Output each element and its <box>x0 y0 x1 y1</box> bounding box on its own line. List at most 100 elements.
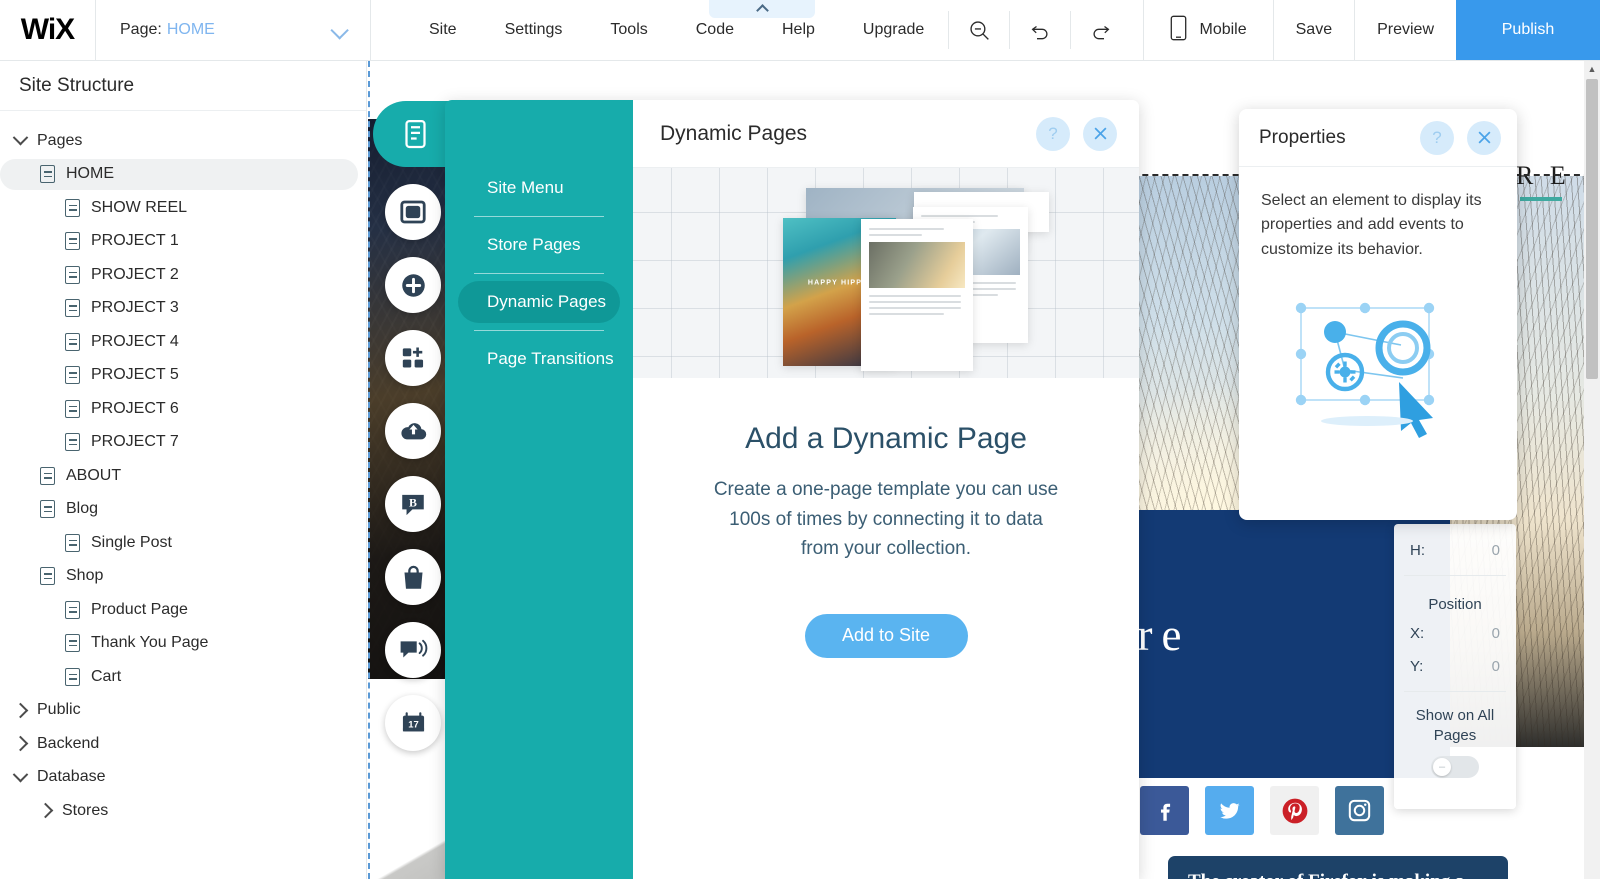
height-value[interactable]: 0 <box>1492 542 1500 559</box>
tree-item-show-reel[interactable]: SHOW REEL <box>0 191 366 225</box>
panel-menu-store-pages[interactable]: Store Pages <box>458 224 620 266</box>
canvas-side-rule <box>1520 197 1562 201</box>
background-icon[interactable] <box>385 184 441 240</box>
tree-toggle[interactable] <box>14 772 27 783</box>
store-icon[interactable] <box>385 549 441 605</box>
tree-item-project-7[interactable]: PROJECT 7 <box>0 426 366 460</box>
tree-item-project-1[interactable]: PROJECT 1 <box>0 225 366 259</box>
tree-item-pages[interactable]: Pages <box>0 124 366 158</box>
close-icon[interactable] <box>1083 117 1117 151</box>
placeholder-line <box>869 228 944 230</box>
help-icon[interactable]: ? <box>1420 121 1454 155</box>
bookings-icon[interactable]: 17 <box>385 695 441 751</box>
zoom-out-icon[interactable] <box>949 0 1009 61</box>
scrollbar-thumb[interactable] <box>1586 79 1598 379</box>
menu-item-tools[interactable]: Tools <box>586 0 671 61</box>
instagram-icon[interactable] <box>1335 786 1384 835</box>
chat-icon[interactable] <box>385 622 441 678</box>
tree-item-label: PROJECT 1 <box>91 232 179 250</box>
properties-panel: Properties ? Select an element to displa… <box>1239 109 1517 520</box>
tree-item-thank-you-page[interactable]: Thank You Page <box>0 627 366 661</box>
publish-button[interactable]: Publish <box>1456 0 1600 60</box>
tree-toggle[interactable] <box>39 805 52 816</box>
menu-item-upgrade[interactable]: Upgrade <box>839 0 948 61</box>
tree-item-database[interactable]: Database <box>0 761 366 795</box>
tree-item-project-2[interactable]: PROJECT 2 <box>0 258 366 292</box>
x-label: X: <box>1410 625 1424 642</box>
tree-item-shop[interactable]: Shop <box>0 560 366 594</box>
y-value[interactable]: 0 <box>1492 658 1500 675</box>
tree-item-home[interactable]: HOME <box>0 158 366 192</box>
tree-item-blog[interactable]: Blog <box>0 493 366 527</box>
my-uploads-icon[interactable] <box>385 403 441 459</box>
pinterest-icon[interactable] <box>1270 786 1319 835</box>
element-properties-illustration <box>1261 290 1495 440</box>
page-icon <box>40 165 55 183</box>
tree-item-cart[interactable]: Cart <box>0 660 366 694</box>
tree-toggle[interactable] <box>14 738 27 749</box>
help-icon[interactable]: ? <box>1036 117 1070 151</box>
add-element-icon[interactable] <box>385 257 441 313</box>
dynamic-pages-content: Dynamic Pages ? <box>633 100 1139 879</box>
canvas-quote-box[interactable]: The creator of Firefox is making a voice… <box>1168 856 1508 879</box>
menu-item-site[interactable]: Site <box>405 0 481 61</box>
tree-item-single-post[interactable]: Single Post <box>0 526 366 560</box>
tree-item-about[interactable]: ABOUT <box>0 459 366 493</box>
properties-title: Properties <box>1259 127 1346 149</box>
tree-item-label: Single Post <box>91 534 172 552</box>
position-divider-2 <box>1404 691 1506 692</box>
tree-toggle <box>39 500 56 518</box>
tree-item-project-4[interactable]: PROJECT 4 <box>0 325 366 359</box>
tree-item-label: Database <box>37 768 106 786</box>
wix-logo-text: WiX <box>21 13 74 47</box>
page-title: Site Structure <box>0 61 366 111</box>
tree-toggle[interactable] <box>14 705 27 716</box>
page-icon <box>65 433 80 451</box>
panel-menu-page-transitions[interactable]: Page Transitions <box>458 338 620 380</box>
panel-menu-divider-1 <box>474 216 604 217</box>
tree-item-public[interactable]: Public <box>0 694 366 728</box>
tree-item-project-5[interactable]: PROJECT 5 <box>0 359 366 393</box>
tree-item-project-6[interactable]: PROJECT 6 <box>0 392 366 426</box>
preview-button[interactable]: Preview <box>1354 0 1456 60</box>
panel-menu-site-menu[interactable]: Site Menu <box>458 167 620 209</box>
panel-heading: Add a Dynamic Page <box>633 422 1139 456</box>
tree-item-label: Cart <box>91 668 121 686</box>
save-button[interactable]: Save <box>1273 0 1354 60</box>
menu-item-settings[interactable]: Settings <box>481 0 587 61</box>
canvas-scrollbar[interactable]: ▲ <box>1584 61 1600 879</box>
tree-item-label: PROJECT 2 <box>91 266 179 284</box>
tree-item-label: PROJECT 5 <box>91 366 179 384</box>
facebook-icon[interactable] <box>1140 786 1189 835</box>
tree-item-label: SHOW REEL <box>91 199 187 217</box>
page-icon <box>65 668 80 686</box>
twitter-icon[interactable] <box>1205 786 1254 835</box>
blog-icon[interactable]: B <box>385 476 441 532</box>
tree-item-stores[interactable]: Stores <box>0 794 366 828</box>
dynamic-pages-side-menu: Site Menu Store Pages Dynamic Pages Page… <box>445 100 633 879</box>
undo-icon[interactable] <box>1010 0 1070 61</box>
x-value[interactable]: 0 <box>1492 625 1500 642</box>
main-menu: Site Settings Tools Code Help Upgrade <box>371 0 948 60</box>
tree-item-backend[interactable]: Backend <box>0 727 366 761</box>
tree-toggle <box>39 567 56 585</box>
tree-item-label: Pages <box>37 132 82 150</box>
scroll-up-icon[interactable]: ▲ <box>1584 61 1600 77</box>
show-on-all-pages-toggle[interactable]: – <box>1431 756 1479 778</box>
panel-menu-dynamic-pages[interactable]: Dynamic Pages <box>458 281 620 323</box>
add-apps-icon[interactable] <box>385 330 441 386</box>
redo-icon[interactable] <box>1071 0 1131 61</box>
mobile-view-button[interactable]: Mobile <box>1143 0 1272 60</box>
close-icon[interactable] <box>1467 121 1501 155</box>
tree-item-label: Blog <box>66 500 98 518</box>
site-structure-sidebar: Site Structure Pages HOME SHOW REEL PROJECT… <box>0 61 367 879</box>
page-icon <box>65 199 80 217</box>
collapsed-panel-tab[interactable] <box>709 0 815 18</box>
tree-toggle[interactable] <box>14 135 27 146</box>
tree-item-product-page[interactable]: Product Page <box>0 593 366 627</box>
tree-item-project-3[interactable]: PROJECT 3 <box>0 292 366 326</box>
add-to-site-button[interactable]: Add to Site <box>805 614 968 658</box>
page-icon <box>65 534 80 552</box>
page-selector[interactable]: Page: HOME <box>96 0 371 60</box>
wix-logo[interactable]: WiX <box>0 0 96 60</box>
